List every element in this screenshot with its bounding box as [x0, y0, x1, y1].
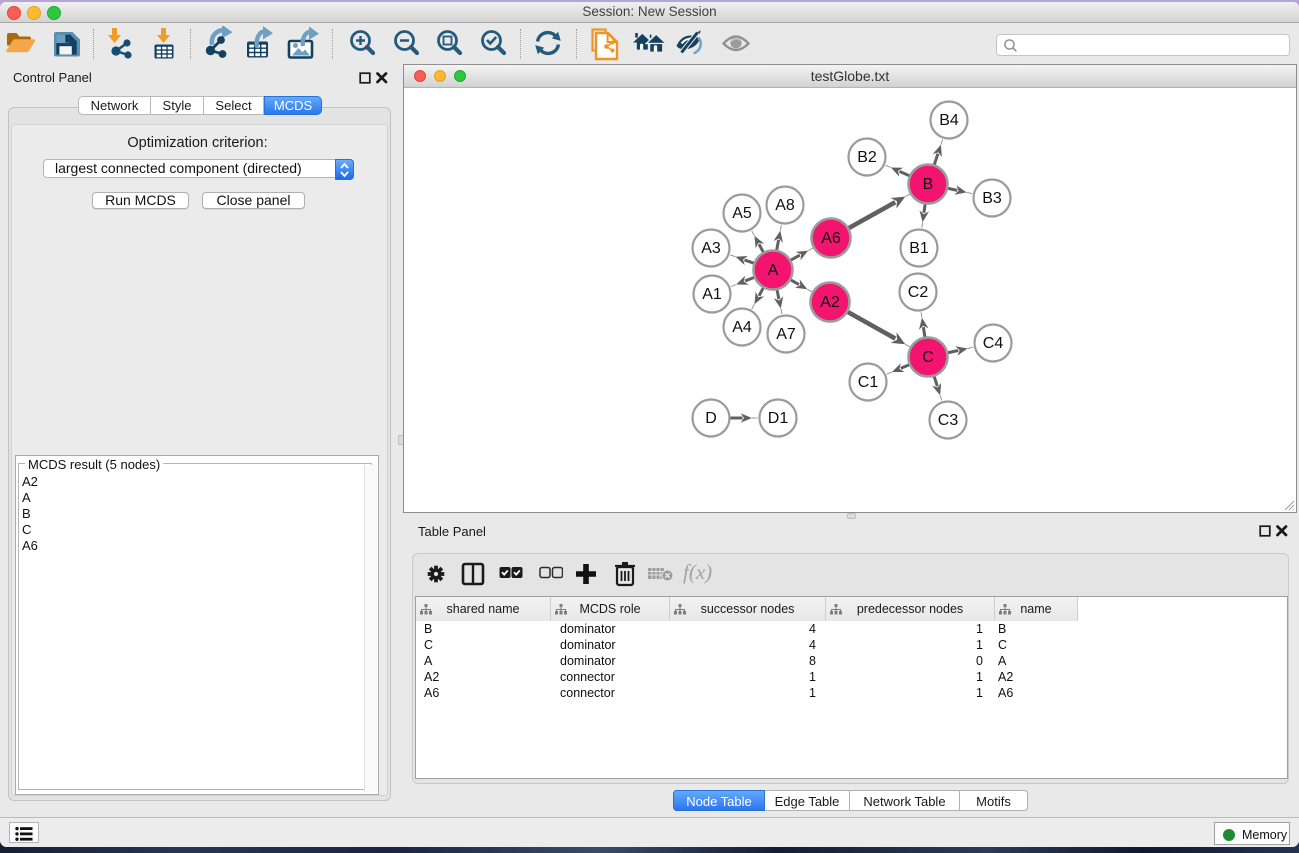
svg-text:C1: C1 — [858, 374, 879, 391]
svg-text:A6: A6 — [821, 230, 841, 247]
svg-text:C: C — [922, 349, 934, 366]
svg-text:D: D — [705, 410, 717, 427]
svg-text:A2: A2 — [820, 294, 840, 311]
svg-text:B3: B3 — [982, 190, 1002, 207]
svg-text:B: B — [923, 176, 934, 193]
svg-text:A: A — [768, 262, 779, 279]
svg-text:A4: A4 — [732, 319, 752, 336]
svg-text:C2: C2 — [908, 284, 929, 301]
svg-text:A7: A7 — [776, 326, 796, 343]
svg-text:C4: C4 — [983, 335, 1004, 352]
svg-text:B1: B1 — [909, 240, 929, 257]
svg-text:A5: A5 — [732, 205, 752, 222]
svg-text:D1: D1 — [768, 410, 789, 427]
svg-text:C3: C3 — [938, 412, 959, 429]
svg-text:A1: A1 — [702, 286, 722, 303]
svg-text:B4: B4 — [939, 112, 959, 129]
svg-text:A8: A8 — [775, 197, 795, 214]
svg-text:B2: B2 — [857, 149, 877, 166]
svg-text:A3: A3 — [701, 240, 721, 257]
